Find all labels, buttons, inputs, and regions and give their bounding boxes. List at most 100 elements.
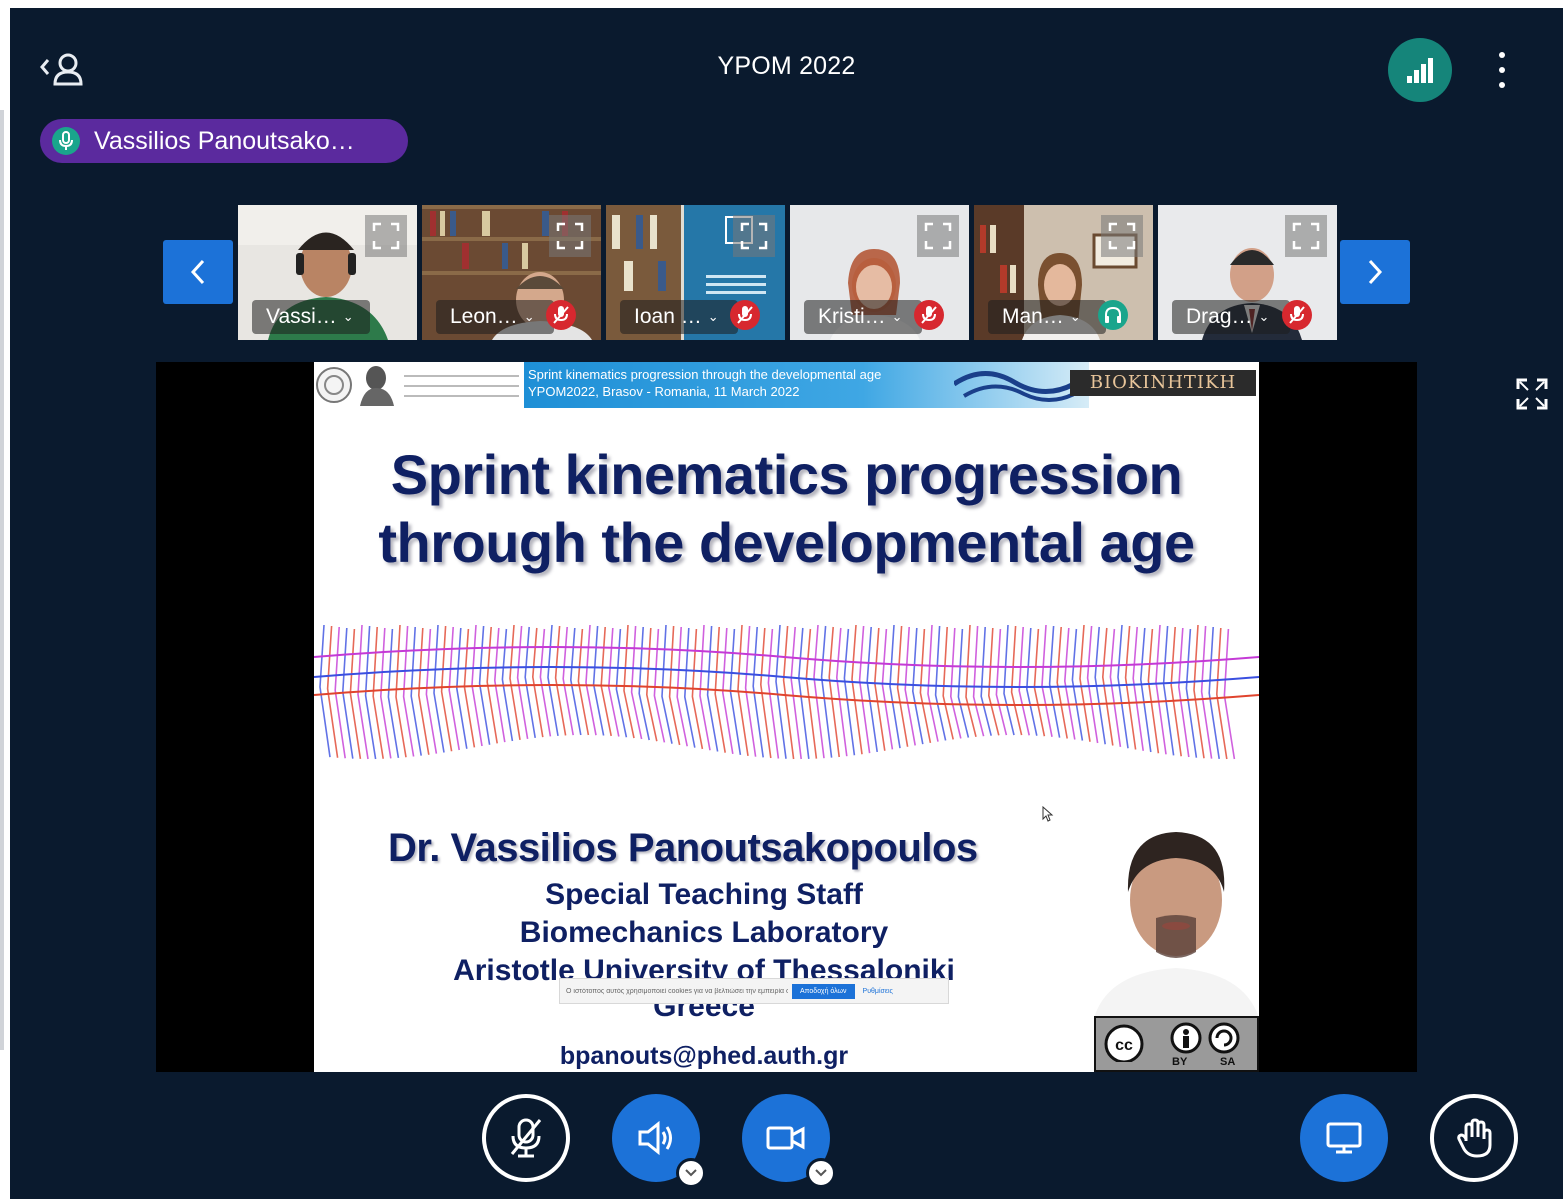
author-photo [1094, 822, 1259, 1018]
video-tile-vassilios[interactable]: Vassi… ⌄ [238, 205, 417, 340]
more-options-button[interactable] [1490, 48, 1514, 92]
signal-bars-icon [1407, 58, 1433, 83]
expand-tile-button[interactable] [1285, 215, 1327, 257]
chevron-left-icon [190, 259, 205, 285]
stick-figure-graphic [314, 624, 1259, 760]
audio-button[interactable] [612, 1094, 706, 1188]
stick-figure-stroke [797, 627, 810, 759]
biokinetics-logo: BIOKINHTIKH [1070, 370, 1256, 396]
more-vertical-icon [1499, 52, 1505, 58]
stick-figure-stroke [577, 628, 590, 736]
chevron-down-icon: ⌄ [707, 309, 719, 324]
mouse-cursor-icon [1042, 806, 1054, 822]
hand-icon [1457, 1118, 1492, 1158]
video-camera-icon [766, 1126, 805, 1150]
expand-icon [556, 222, 584, 250]
stick-figure-stroke [835, 627, 848, 757]
chevron-down-icon [685, 1169, 697, 1177]
camera-options-button[interactable] [806, 1158, 836, 1188]
stick-figure-stroke [349, 628, 362, 760]
banner-wave-graphic [954, 371, 1074, 402]
camera-button[interactable] [742, 1094, 836, 1188]
stick-figure-stroke [425, 628, 438, 754]
chevron-down-icon [815, 1169, 827, 1177]
expand-tile-button[interactable] [1101, 215, 1143, 257]
slide-title-line-1: Sprint kinematics progression [390, 443, 1183, 506]
university-logo [316, 366, 519, 406]
participant-name[interactable]: Leon… ⌄ [436, 300, 554, 334]
expand-icon [740, 222, 768, 250]
stick-figure-stroke [790, 626, 802, 760]
talking-indicator[interactable]: Vassilios Panoutsako… [40, 119, 408, 163]
slide-banner-text: Sprint kinematics progression through th… [528, 367, 882, 399]
svg-text:cc: cc [1115, 1037, 1133, 1054]
stick-figure-stroke [843, 628, 856, 756]
expand-icon [1292, 222, 1320, 250]
microphone-off-icon [510, 1118, 542, 1158]
stick-figure-stroke [440, 625, 453, 752]
participant-name[interactable]: Drag… ⌄ [1172, 300, 1290, 334]
cookie-text: Ο ιστότοπος αυτός χρησιμοποιεί cookies γ… [566, 987, 788, 995]
muted-microphone-icon [1282, 300, 1312, 330]
participant-name[interactable]: Man… ⌄ [988, 300, 1106, 334]
stick-figure-stroke [1048, 625, 1061, 738]
license-by-label: BY [1172, 1056, 1188, 1068]
participant-name[interactable]: Vassi… ⌄ [252, 300, 370, 334]
monitor-icon [1326, 1122, 1362, 1154]
talking-user-name: Vassilios Panoutsako… [94, 126, 355, 155]
video-tile-man[interactable]: Man… ⌄ [974, 205, 1153, 340]
participant-name[interactable]: Kristi… ⌄ [804, 300, 922, 334]
screen-share-button[interactable] [1300, 1094, 1388, 1182]
connection-status-button[interactable] [1388, 38, 1452, 102]
video-tile-kristi[interactable]: Kristi… ⌄ [790, 205, 969, 340]
stick-figure-stroke [569, 627, 582, 736]
stick-figure-stroke [1200, 625, 1213, 759]
expand-tile-button[interactable] [549, 215, 591, 257]
raise-hand-button[interactable] [1430, 1094, 1518, 1182]
cookie-accept-button: Αποδοχή όλων [792, 983, 855, 999]
video-tile-drag[interactable]: Drag… ⌄ [1158, 205, 1337, 340]
slide-author-role: Special Teaching Staff [545, 878, 863, 911]
cookie-banner: Ο ιστότοπος αυτός χρησιμοποιεί cookies γ… [559, 978, 949, 1004]
participant-name[interactable]: Ioan … ⌄ [620, 300, 738, 334]
window-edge [0, 110, 4, 1050]
video-tile-ioan[interactable]: Ioan … ⌄ [606, 205, 785, 340]
audio-options-button[interactable] [676, 1158, 706, 1188]
expand-tile-button[interactable] [365, 215, 407, 257]
stick-figure-stroke [448, 626, 460, 751]
slide-banner: Sprint kinematics progression through th… [314, 362, 1259, 408]
expand-icon [1516, 378, 1548, 410]
muted-microphone-icon [546, 300, 576, 330]
creative-commons-license: cc BY SA [1094, 1016, 1259, 1072]
cookie-settings-link: Ρυθμίσεις [862, 987, 893, 995]
meeting-title: YPOM 2022 [717, 52, 856, 80]
chevron-right-icon [1368, 259, 1383, 285]
headphones-icon [1098, 300, 1128, 330]
video-tile-leon[interactable]: Leon… ⌄ [422, 205, 601, 340]
fullscreen-presentation-button[interactable] [1510, 372, 1554, 416]
microphone-icon [52, 127, 80, 155]
license-sa-label: SA [1220, 1056, 1236, 1068]
next-videos-button[interactable] [1340, 240, 1410, 304]
stick-figure-stroke [820, 625, 833, 758]
stick-figure-stroke [828, 626, 840, 758]
muted-microphone-icon [914, 300, 944, 330]
expand-tile-button[interactable] [917, 215, 959, 257]
stick-figure-stroke [1223, 628, 1236, 760]
chevron-down-icon: ⌄ [1258, 309, 1270, 324]
chevron-down-icon: ⌄ [891, 309, 903, 324]
stick-figure-stroke [1193, 624, 1205, 759]
expand-icon [1108, 222, 1136, 250]
slide-title-line-2: through the developmental age [378, 511, 1195, 574]
stick-figure-stroke [889, 624, 901, 749]
presentation-slide: Sprint kinematics progression through th… [314, 362, 1259, 1072]
unmute-button[interactable] [482, 1094, 570, 1182]
slide-email: bpanouts@phed.auth.gr [559, 1042, 849, 1070]
previous-videos-button[interactable] [163, 240, 233, 304]
slide-author: Dr. Vassilios Panoutsakopoulos [388, 826, 978, 870]
muted-microphone-icon [730, 300, 760, 330]
conference-window: YPOM 2022 Vassilios Panoutsako… Vassi… ⌄… [10, 8, 1563, 1199]
chevron-down-icon: ⌄ [1069, 309, 1081, 324]
stick-figure-stroke [805, 628, 818, 759]
expand-tile-button[interactable] [733, 215, 775, 257]
